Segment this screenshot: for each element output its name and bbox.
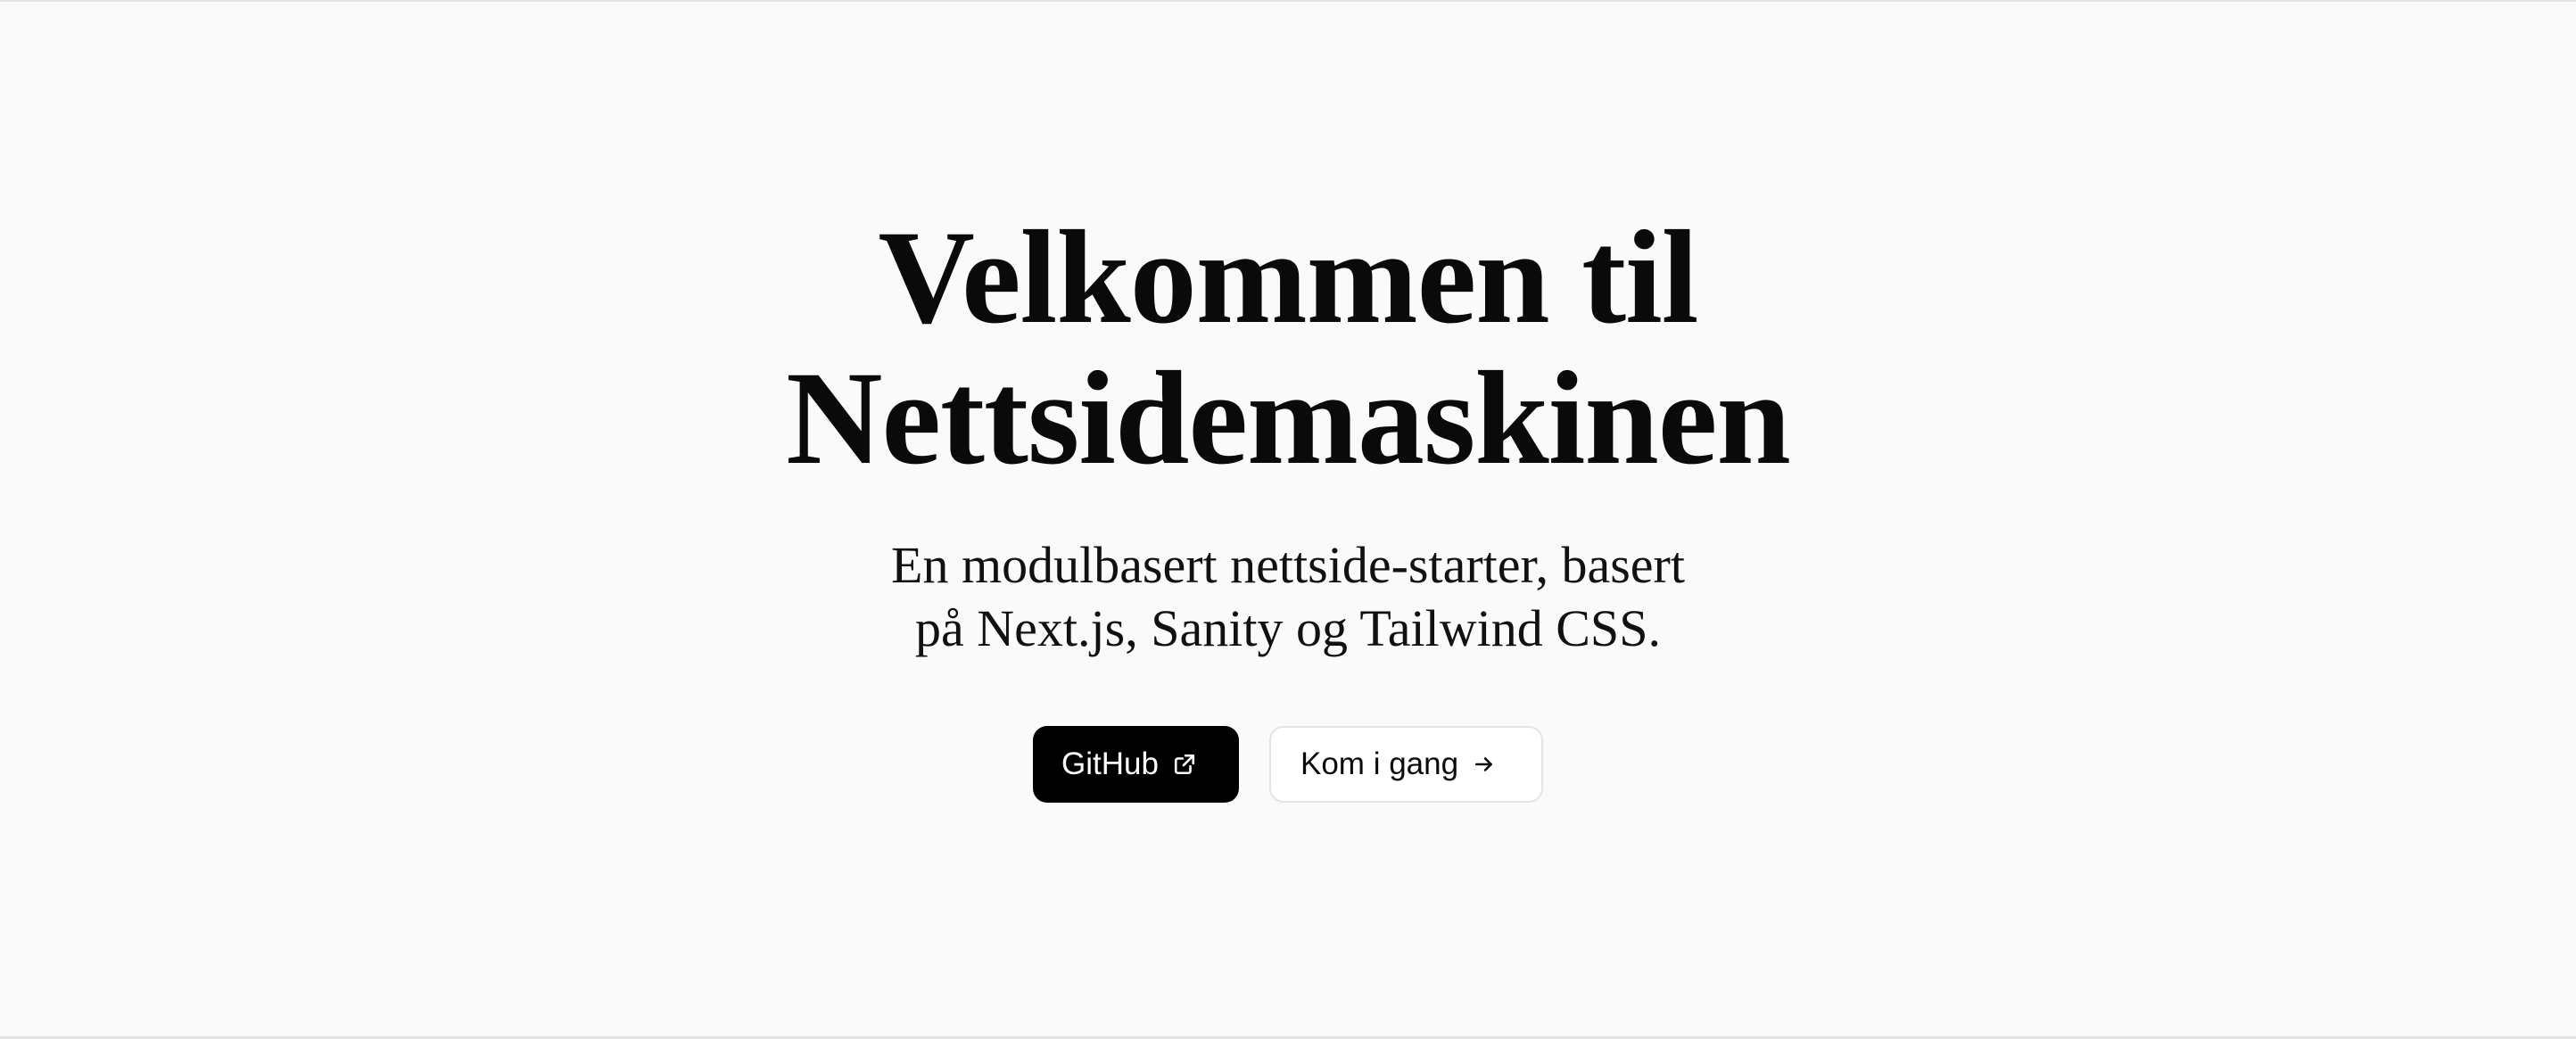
hero-title: Velkommen til Nettsidemaskinen [786,203,1791,492]
hero-actions: GitHub Kom i gang [1033,726,1543,803]
get-started-button[interactable]: Kom i gang [1269,726,1543,803]
hero-title-line-1: Velkommen til [878,203,1699,351]
hero-title-line-2: Nettsidemaskinen [786,344,1791,492]
get-started-button-label: Kom i gang [1300,746,1459,781]
github-button[interactable]: GitHub [1033,726,1239,803]
github-button-label: GitHub [1061,746,1159,781]
arrow-right-icon [1473,753,1496,776]
hero-subtitle: En modulbasert nettside-starter, basert … [891,533,1685,660]
hero-subtitle-line-2: på Next.js, Sanity og Tailwind CSS. [915,599,1661,657]
hero-subtitle-line-1: En modulbasert nettside-starter, basert [891,536,1685,594]
external-link-icon [1173,753,1196,776]
hero-section: Velkommen til Nettsidemaskinen En modulb… [0,0,2576,803]
